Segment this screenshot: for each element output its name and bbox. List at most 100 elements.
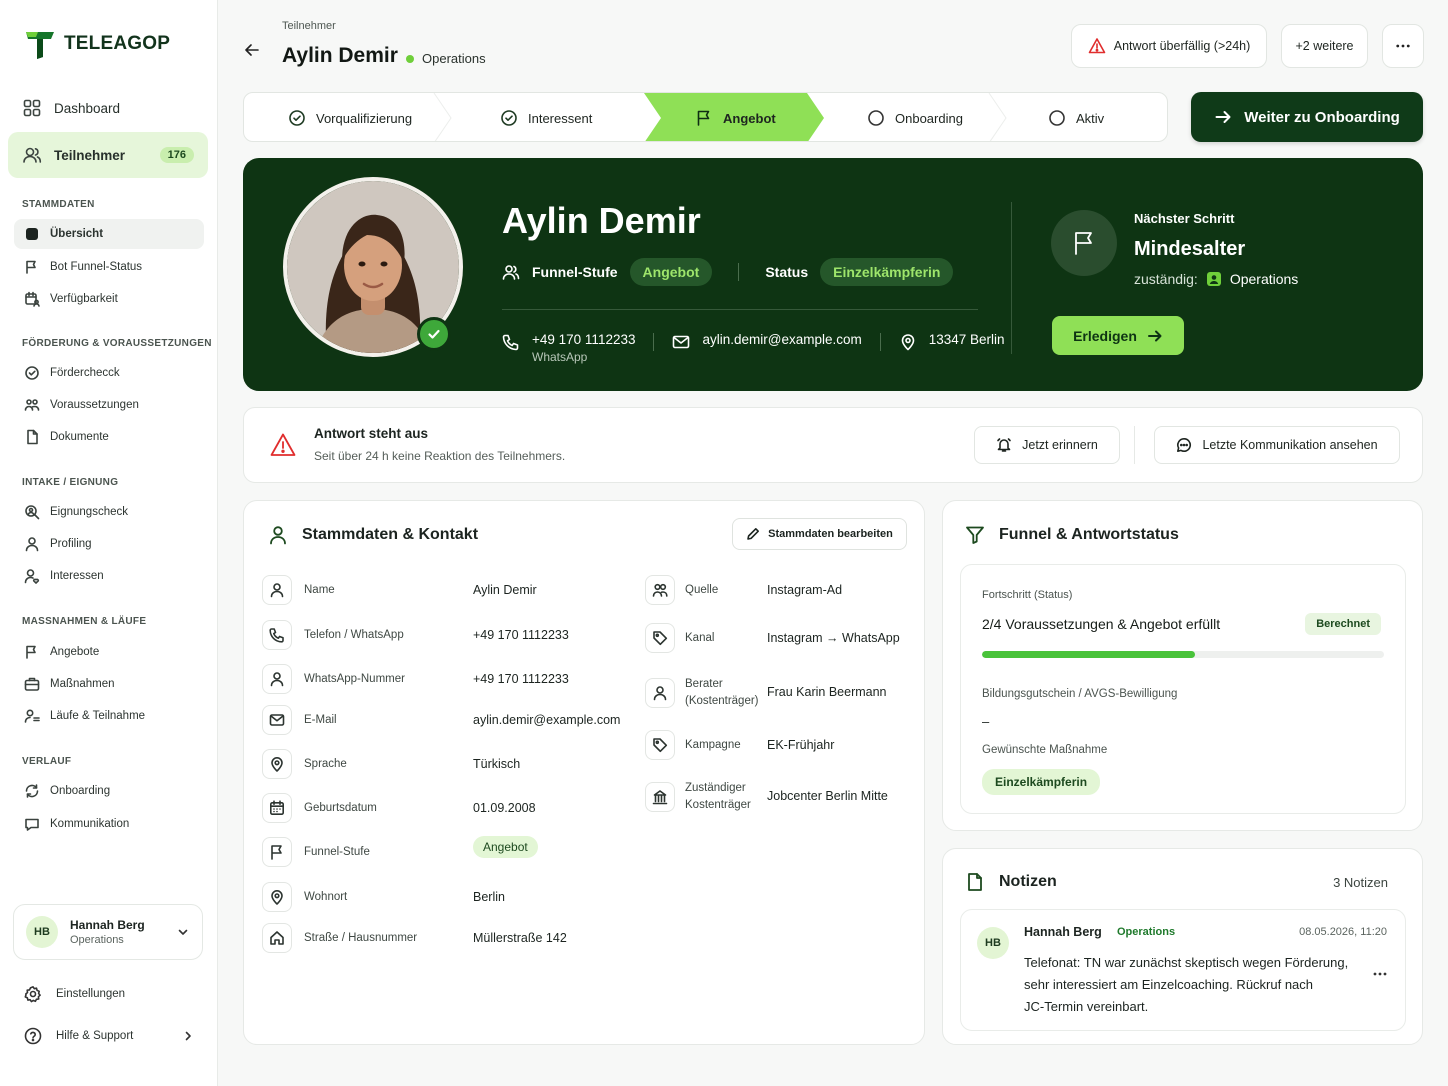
- arrow-right-icon: [1214, 108, 1232, 126]
- hero-status-row: Funnel-Stufe Angebot Status Einzelkämpfe…: [502, 258, 954, 286]
- sub-nav-interessen[interactable]: Interessen: [14, 561, 204, 591]
- help-link[interactable]: Hilfe & Support: [24, 1027, 194, 1045]
- flag-icon: [24, 259, 40, 275]
- warning-icon: [1088, 37, 1106, 55]
- field-label-sub: (Kostenträger): [685, 694, 759, 707]
- main-nav: Dashboard Teilnehmer 176: [8, 88, 208, 182]
- page-title: Aylin Demir: [282, 44, 398, 67]
- note-options-icon[interactable]: [1373, 972, 1387, 976]
- sub-nav-bot-funnel-status[interactable]: Bot Funnel-Status: [14, 252, 204, 282]
- sub-nav-voraussetzungen[interactable]: Voraussetzungen: [14, 390, 204, 420]
- users-icon: [645, 575, 675, 605]
- sidebar: TELEAGOP Dashboard Teilnehmer 176 STAMMD…: [0, 0, 218, 1086]
- remind-now-button[interactable]: Jetzt erinnern: [974, 426, 1120, 464]
- divider: [653, 333, 655, 351]
- view-communication-button[interactable]: Letzte Kommunikation ansehen: [1154, 426, 1400, 464]
- gear-icon: [24, 985, 42, 1003]
- field-value-email[interactable]: aylin.demir@example.com: [473, 713, 620, 727]
- measure-pill: Einzelkämpferin: [982, 769, 1101, 795]
- more-options-button[interactable]: [1382, 24, 1424, 68]
- sub-nav-profiling[interactable]: Profiling: [14, 529, 204, 559]
- participant-name: Aylin Demir: [502, 200, 701, 241]
- field-label: E-Mail: [304, 713, 337, 726]
- breadcrumb[interactable]: Teilnehmer: [282, 20, 336, 32]
- remind-now-label: Jetzt erinnern: [1022, 438, 1098, 452]
- step-label: Vorqualifizierung: [316, 110, 413, 126]
- ellipsis-icon: [1396, 44, 1410, 48]
- verified-check-icon: [417, 317, 451, 351]
- user-icon: [502, 263, 520, 281]
- divider: [879, 333, 881, 351]
- email-link[interactable]: aylin.demir@example.com: [702, 332, 861, 347]
- nav-teilnehmer[interactable]: Teilnehmer 176: [8, 132, 208, 178]
- next-step-flag-icon: [1051, 210, 1117, 276]
- field-value-strasse: Müllerstraße 142: [473, 931, 567, 945]
- status-label: Status: [765, 264, 809, 280]
- sub-nav-onboarding[interactable]: Onboarding: [14, 776, 204, 806]
- bell-icon: [996, 437, 1012, 453]
- divider: [502, 309, 978, 310]
- teilnehmer-count-badge: 176: [159, 147, 194, 163]
- progress-bar: [982, 651, 1384, 658]
- sub-nav-label: Kommunikation: [50, 818, 130, 830]
- step-angebot[interactable]: Angebot: [695, 93, 776, 141]
- sub-nav-dokumente[interactable]: Dokumente: [14, 422, 204, 452]
- overdue-alert-button[interactable]: Antwort überfällig (>24h): [1071, 24, 1267, 68]
- field-row-telefon: Telefon / WhatsApp: [262, 620, 404, 650]
- brand-name: TELEAGOP: [64, 33, 171, 54]
- settings-link[interactable]: Einstellungen: [24, 985, 194, 1003]
- step-interessent[interactable]: Interessent: [500, 93, 592, 141]
- field-label: WhatsApp-Nummer: [304, 672, 405, 685]
- sub-nav-verfuegbarkeit[interactable]: Verfügbarkeit: [14, 284, 204, 314]
- funnel-stage-pill: Angebot: [629, 258, 713, 286]
- next-stage-button[interactable]: Weiter zu Onboarding: [1191, 92, 1423, 142]
- field-value-sprache: Türkisch: [473, 757, 521, 771]
- field-row-email: E-Mail: [262, 705, 337, 735]
- divider: [1011, 202, 1012, 354]
- step-onboarding[interactable]: Onboarding: [867, 93, 963, 141]
- back-arrow-icon[interactable]: [242, 40, 262, 60]
- status-pill: Einzelkämpferin: [820, 258, 954, 286]
- phone-block[interactable]: +49 170 1112233 WhatsApp: [532, 332, 635, 364]
- current-user-card[interactable]: HB Hannah Berg Operations: [13, 904, 203, 960]
- team-label: Operations: [422, 51, 486, 66]
- field-row-kampagne: Kampagne: [645, 730, 741, 760]
- complete-step-label: Erledigen: [1073, 327, 1137, 344]
- note-line: Telefonat: TN war zunächst skeptisch weg…: [1024, 955, 1349, 970]
- sub-nav-label: Voraussetzungen: [50, 399, 139, 411]
- user-icon: [262, 575, 292, 605]
- sub-nav-label: Profiling: [50, 538, 92, 550]
- notes-title: Notizen: [999, 873, 1057, 890]
- hero-contact-row: +49 170 1112233 WhatsApp aylin.demir@exa…: [502, 332, 1005, 364]
- field-value-wohnort: Berlin: [473, 890, 505, 904]
- sub-nav-uebersicht[interactable]: Übersicht: [14, 219, 204, 249]
- notes-card: Notizen 3 Notizen HB Hannah Berg Operati…: [942, 848, 1423, 1045]
- sub-nav-massnahmen[interactable]: Maßnahmen: [14, 669, 204, 699]
- sub-nav-laeufe-teilnahme[interactable]: Läufe & Teilnahme: [14, 701, 204, 731]
- user-icon: [268, 525, 288, 545]
- step-vorqualifizierung[interactable]: Vorqualifizierung: [288, 93, 413, 141]
- complete-step-button[interactable]: Erledigen: [1052, 316, 1184, 355]
- nav-teilnehmer-label: Teilnehmer: [54, 147, 126, 163]
- field-value-quelle: Instagram-Ad: [767, 583, 843, 597]
- sub-nav-label: Angebote: [50, 646, 100, 658]
- field-row-berater: Berater (Kostenträger): [645, 676, 759, 709]
- sub-nav-label: Eignungscheck: [50, 506, 128, 518]
- funnel-stepper: Vorqualifizierung Interessent Angebot On…: [243, 92, 1168, 142]
- field-label: Kampagne: [685, 738, 741, 751]
- brand-logo[interactable]: TELEAGOP: [24, 28, 170, 60]
- nav-dashboard[interactable]: Dashboard: [8, 88, 208, 128]
- users-group-icon: [24, 397, 40, 413]
- team-badge-icon: [1206, 271, 1222, 287]
- edit-stammdaten-button[interactable]: Stammdaten bearbeiten: [732, 518, 907, 550]
- sub-nav-kommunikation[interactable]: Kommunikation: [14, 809, 204, 839]
- sub-nav-eignungscheck[interactable]: Eignungscheck: [14, 497, 204, 527]
- user-heart-icon: [24, 568, 40, 584]
- field-label: Geburtsdatum: [304, 801, 377, 814]
- note-line: sehr interessiert am Einzelcoaching. Rüc…: [1024, 977, 1314, 992]
- more-alerts-button[interactable]: +2 weitere: [1281, 24, 1368, 68]
- field-value-name: Aylin Demir: [473, 583, 537, 597]
- step-aktiv[interactable]: Aktiv: [1048, 93, 1104, 141]
- sub-nav-angebote[interactable]: Angebote: [14, 637, 204, 667]
- sub-nav-foerdercheck[interactable]: Förderchecck: [14, 358, 204, 388]
